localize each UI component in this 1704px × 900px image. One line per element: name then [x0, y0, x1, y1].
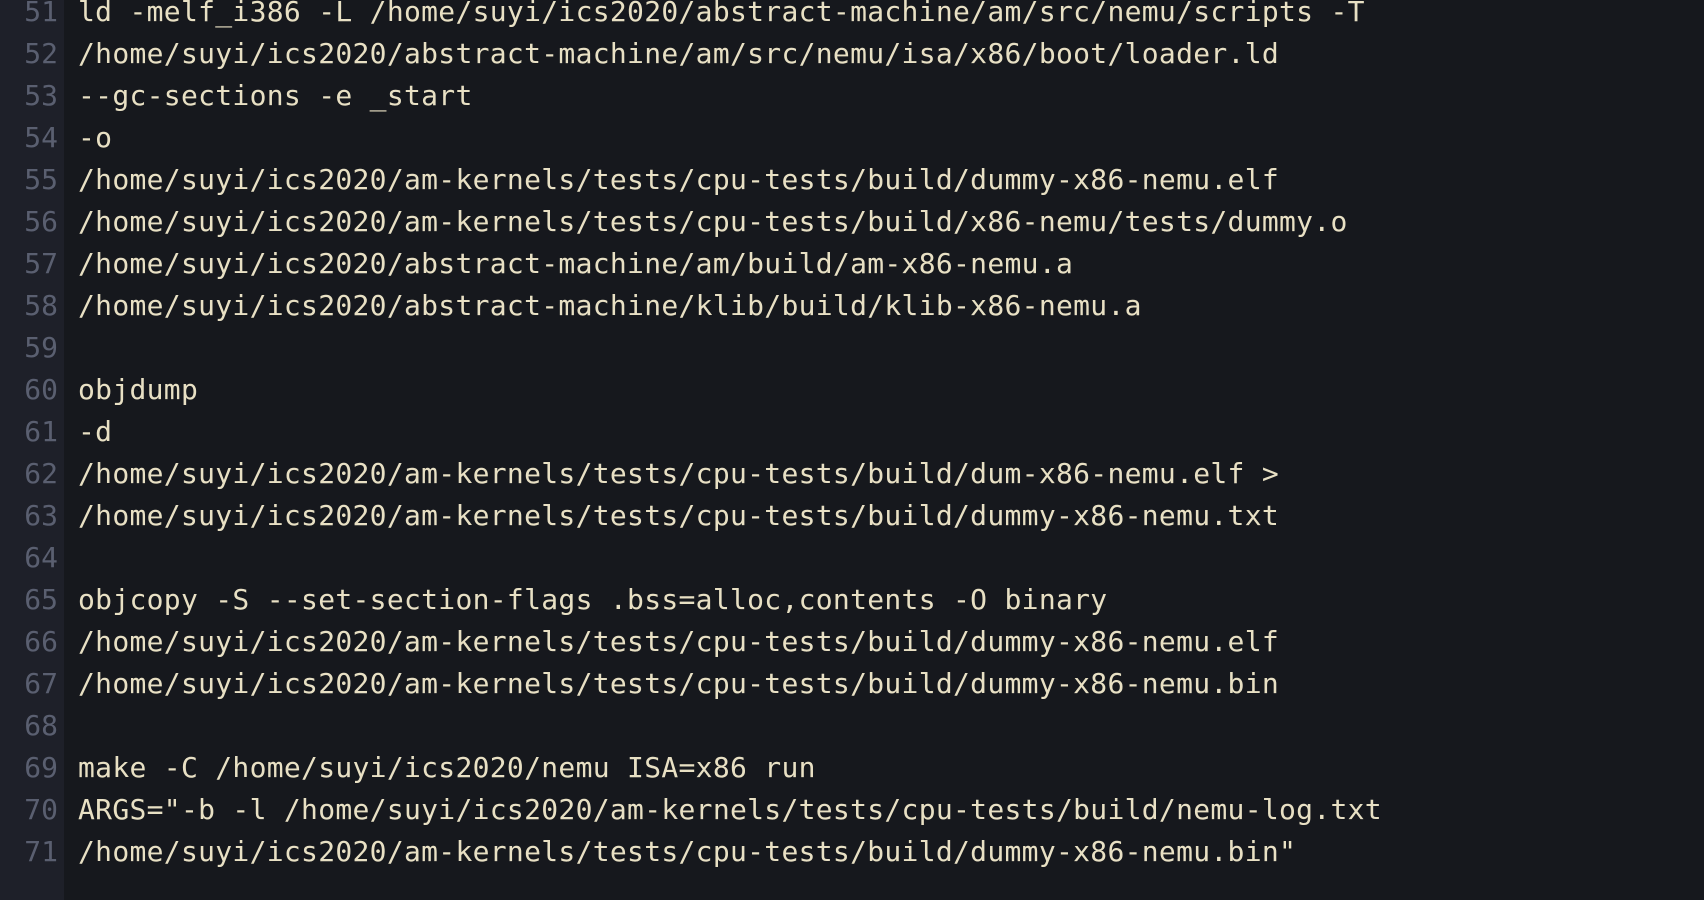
code-text[interactable]: /home/suyi/ics2020/am-kernels/tests/cpu-…: [58, 205, 1348, 238]
code-editor[interactable]: 51 ld -melf_i386 -L /home/suyi/ics2020/ab…: [0, 0, 1704, 900]
line-number: 53: [24, 78, 58, 112]
code-text[interactable]: /home/suyi/ics2020/abstract-machine/am/b…: [58, 247, 1073, 280]
line-number: 58: [24, 288, 58, 322]
code-line[interactable]: 69 make -C /home/suyi/ics2020/nemu ISA=x8…: [0, 746, 1704, 788]
code-line[interactable]: 68: [0, 704, 1704, 746]
code-line[interactable]: 54 -o: [0, 116, 1704, 158]
code-text[interactable]: /home/suyi/ics2020/am-kernels/tests/cpu-…: [58, 625, 1279, 658]
code-text[interactable]: /home/suyi/ics2020/am-kernels/tests/cpu-…: [58, 667, 1279, 700]
editor-lines: 51 ld -melf_i386 -L /home/suyi/ics2020/ab…: [0, 0, 1704, 872]
code-text[interactable]: --gc-sections -e _start: [58, 79, 473, 112]
code-text[interactable]: /home/suyi/ics2020/am-kernels/tests/cpu-…: [58, 457, 1279, 490]
line-number: 54: [24, 120, 58, 154]
line-number: 64: [24, 540, 58, 574]
code-text[interactable]: ARGS="-b -l /home/suyi/ics2020/am-kernel…: [58, 793, 1382, 826]
line-number: 52: [24, 36, 58, 70]
code-line[interactable]: 57/home/suyi/ics2020/abstract-machine/am…: [0, 242, 1704, 284]
code-line[interactable]: 55/home/suyi/ics2020/am-kernels/tests/cp…: [0, 158, 1704, 200]
code-line[interactable]: 67/home/suyi/ics2020/am-kernels/tests/cp…: [0, 662, 1704, 704]
code-line[interactable]: 65 objcopy -S --set-section-flags .bss=al…: [0, 578, 1704, 620]
code-line[interactable]: 51 ld -melf_i386 -L /home/suyi/ics2020/ab…: [0, 0, 1704, 32]
code-text[interactable]: /home/suyi/ics2020/abstract-machine/am/s…: [58, 37, 1279, 70]
code-line[interactable]: 53 --gc-sections -e _start: [0, 74, 1704, 116]
line-number: 68: [24, 708, 58, 742]
code-text[interactable]: /home/suyi/ics2020/abstract-machine/klib…: [58, 289, 1142, 322]
line-number: 56: [24, 204, 58, 238]
code-line[interactable]: 62/home/suyi/ics2020/am-kernels/tests/cp…: [0, 452, 1704, 494]
line-number: 70: [24, 792, 58, 826]
line-number: 63: [24, 498, 58, 532]
code-text[interactable]: ld -melf_i386 -L /home/suyi/ics2020/abst…: [58, 0, 1365, 28]
line-number: 69: [24, 750, 58, 784]
line-number: 66: [24, 624, 58, 658]
line-number: 71: [24, 834, 58, 868]
code-text[interactable]: -o: [58, 121, 112, 154]
code-line[interactable]: 63/home/suyi/ics2020/am-kernels/tests/cp…: [0, 494, 1704, 536]
code-text[interactable]: /home/suyi/ics2020/am-kernels/tests/cpu-…: [58, 163, 1279, 196]
code-line[interactable]: 71/home/suyi/ics2020/am-kernels/tests/cp…: [0, 830, 1704, 872]
code-line[interactable]: 52/home/suyi/ics2020/abstract-machine/am…: [0, 32, 1704, 74]
code-line[interactable]: 56/home/suyi/ics2020/am-kernels/tests/cp…: [0, 200, 1704, 242]
code-line[interactable]: 66/home/suyi/ics2020/am-kernels/tests/cp…: [0, 620, 1704, 662]
line-number: 55: [24, 162, 58, 196]
code-line[interactable]: 61 -d: [0, 410, 1704, 452]
line-number: 65: [24, 582, 58, 616]
line-number: 57: [24, 246, 58, 280]
code-text[interactable]: objcopy -S --set-section-flags .bss=allo…: [58, 583, 1107, 616]
code-line[interactable]: 58/home/suyi/ics2020/abstract-machine/kl…: [0, 284, 1704, 326]
line-number: 59: [24, 330, 58, 364]
code-line[interactable]: 70 ARGS="-b -l /home/suyi/ics2020/am-kern…: [0, 788, 1704, 830]
line-number: 62: [24, 456, 58, 490]
line-number: 67: [24, 666, 58, 700]
line-number: 60: [24, 372, 58, 406]
line-number: 51: [24, 0, 58, 28]
code-text[interactable]: objdump: [58, 373, 198, 406]
code-line[interactable]: 60 objdump: [0, 368, 1704, 410]
code-line[interactable]: 59: [0, 326, 1704, 368]
code-text[interactable]: /home/suyi/ics2020/am-kernels/tests/cpu-…: [58, 499, 1279, 532]
code-text[interactable]: make -C /home/suyi/ics2020/nemu ISA=x86 …: [58, 751, 816, 784]
line-number: 61: [24, 414, 58, 448]
code-text[interactable]: -d: [58, 415, 112, 448]
code-line[interactable]: 64: [0, 536, 1704, 578]
code-text[interactable]: /home/suyi/ics2020/am-kernels/tests/cpu-…: [58, 835, 1296, 868]
